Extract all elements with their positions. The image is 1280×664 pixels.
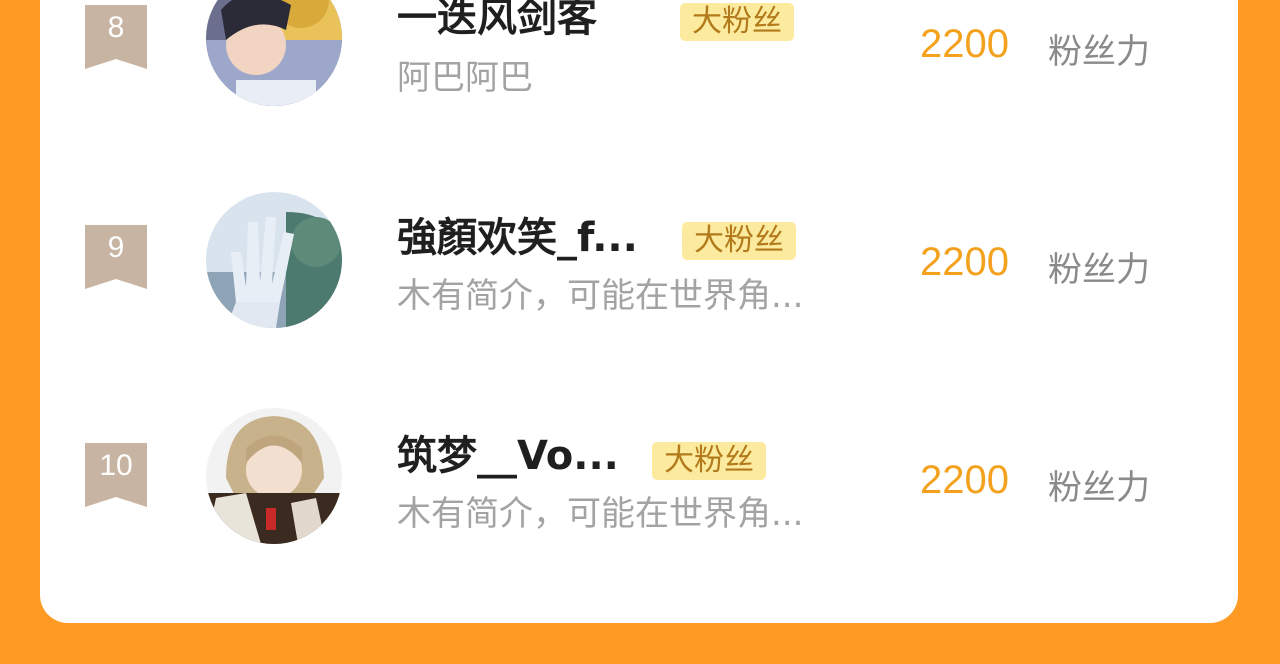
avatar[interactable]	[206, 408, 342, 544]
rank-badge: 8	[85, 5, 147, 69]
fan-score-unit: 粉丝力	[1048, 32, 1150, 72]
ranking-card: 8 一迭风剑客 大粉丝 阿巴阿巴 2200 粉丝力 9 強顏欢笑_f... 大粉…	[40, 0, 1238, 623]
user-bio: 阿巴阿巴	[397, 58, 533, 98]
fan-level-badge: 大粉丝	[682, 222, 796, 260]
rank-number: 10	[99, 449, 133, 482]
hand-tree-avatar-icon	[206, 192, 342, 328]
list-item[interactable]: 9 強顏欢笑_f... 大粉丝 木有简介，可能在世界角... 2200 粉丝力	[40, 190, 1238, 350]
fan-score: 2200	[920, 458, 1009, 502]
user-bio: 木有简介，可能在世界角...	[397, 276, 804, 316]
rank-badge: 9	[85, 225, 147, 289]
rank-number: 8	[107, 11, 125, 44]
fan-level-badge: 大粉丝	[680, 3, 794, 41]
fan-score: 2200	[920, 240, 1009, 284]
fan-score-unit: 粉丝力	[1048, 250, 1150, 290]
list-item[interactable]: 8 一迭风剑客 大粉丝 阿巴阿巴 2200 粉丝力	[40, 0, 1238, 130]
rank-badge: 10	[85, 443, 147, 507]
avatar[interactable]	[206, 192, 342, 328]
user-name[interactable]: 強顏欢笑_f...	[397, 205, 638, 263]
anime-knight-avatar-icon	[206, 0, 342, 106]
fan-score: 2200	[920, 22, 1009, 66]
rank-number: 9	[107, 231, 125, 264]
fan-score-unit: 粉丝力	[1048, 468, 1150, 508]
user-name[interactable]: 筑梦__Vo...	[397, 423, 619, 481]
avatar[interactable]	[206, 0, 342, 106]
user-bio: 木有简介，可能在世界角...	[397, 494, 804, 534]
user-name[interactable]: 一迭风剑客	[397, 0, 597, 43]
list-item[interactable]: 10 筑梦__Vo... 大粉丝 木有简介，可能在世界角... 2200 粉丝力	[40, 408, 1238, 568]
fan-level-badge: 大粉丝	[652, 442, 766, 480]
anime-blonde-avatar-icon	[206, 408, 342, 544]
